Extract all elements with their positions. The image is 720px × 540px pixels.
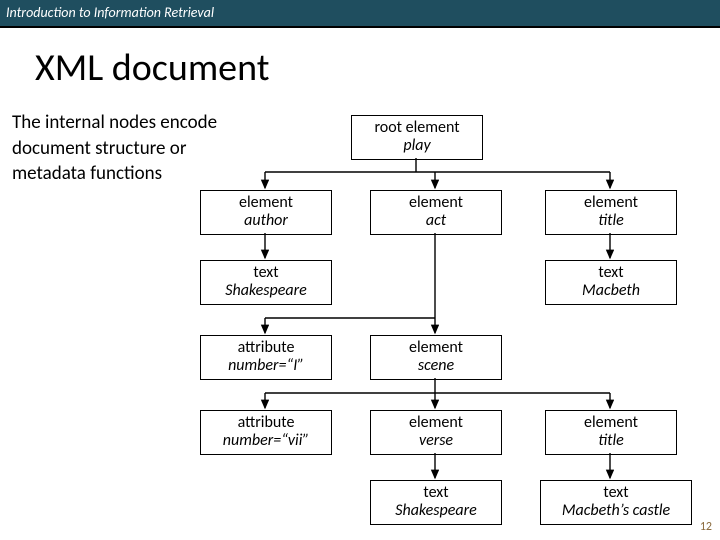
node-macbeth: text Macbeth xyxy=(545,260,677,305)
node-macbeth-name: Macbeth xyxy=(546,282,676,300)
node-castle-type: text xyxy=(541,484,691,502)
node-verse-type: element xyxy=(371,414,501,432)
node-shake1-name: Shakespeare xyxy=(201,282,331,300)
node-title-top-type: element xyxy=(546,194,676,212)
node-root: root element play xyxy=(351,115,483,160)
slide-title: XML document xyxy=(35,45,269,91)
node-act: element act xyxy=(370,190,502,235)
page-number: 12 xyxy=(700,520,712,534)
node-root-name: play xyxy=(352,137,482,155)
node-act-name: act xyxy=(371,212,501,230)
node-scene: element scene xyxy=(370,335,502,380)
header-rule xyxy=(0,26,720,28)
node-verse-name: verse xyxy=(371,432,501,450)
node-shakespeare-1: text Shakespeare xyxy=(200,260,332,305)
node-title-bot-name: title xyxy=(546,432,676,450)
node-attr-vii-type: attribute xyxy=(201,414,331,432)
node-attr-i: attribute number=“I” xyxy=(200,335,332,380)
node-castle-name: Macbeth’s castle xyxy=(541,502,691,520)
node-verse: element verse xyxy=(370,410,502,455)
node-shake2-type: text xyxy=(371,484,501,502)
node-castle: text Macbeth’s castle xyxy=(540,480,692,525)
node-title-bot-type: element xyxy=(546,414,676,432)
node-attr-vii: attribute number=“vii” xyxy=(200,410,332,455)
node-author-name: author xyxy=(201,212,331,230)
node-title-bot: element title xyxy=(545,410,677,455)
node-title-top-name: title xyxy=(546,212,676,230)
node-act-type: element xyxy=(371,194,501,212)
node-root-type: root element xyxy=(352,119,482,137)
node-title-top: element title xyxy=(545,190,677,235)
node-attr-i-name: number=“I” xyxy=(201,357,331,375)
node-shakespeare-2: text Shakespeare xyxy=(370,480,502,525)
node-attr-i-type: attribute xyxy=(201,339,331,357)
node-author-type: element xyxy=(201,194,331,212)
header-course-title: Introduction to Information Retrieval xyxy=(6,4,214,21)
node-author: element author xyxy=(200,190,332,235)
node-shake1-type: text xyxy=(201,264,331,282)
body-text: The internal nodes encode document struc… xyxy=(12,110,247,187)
node-scene-type: element xyxy=(371,339,501,357)
node-attr-vii-name: number=“vii” xyxy=(201,432,331,450)
node-macbeth-type: text xyxy=(546,264,676,282)
node-scene-name: scene xyxy=(371,357,501,375)
node-shake2-name: Shakespeare xyxy=(371,502,501,520)
